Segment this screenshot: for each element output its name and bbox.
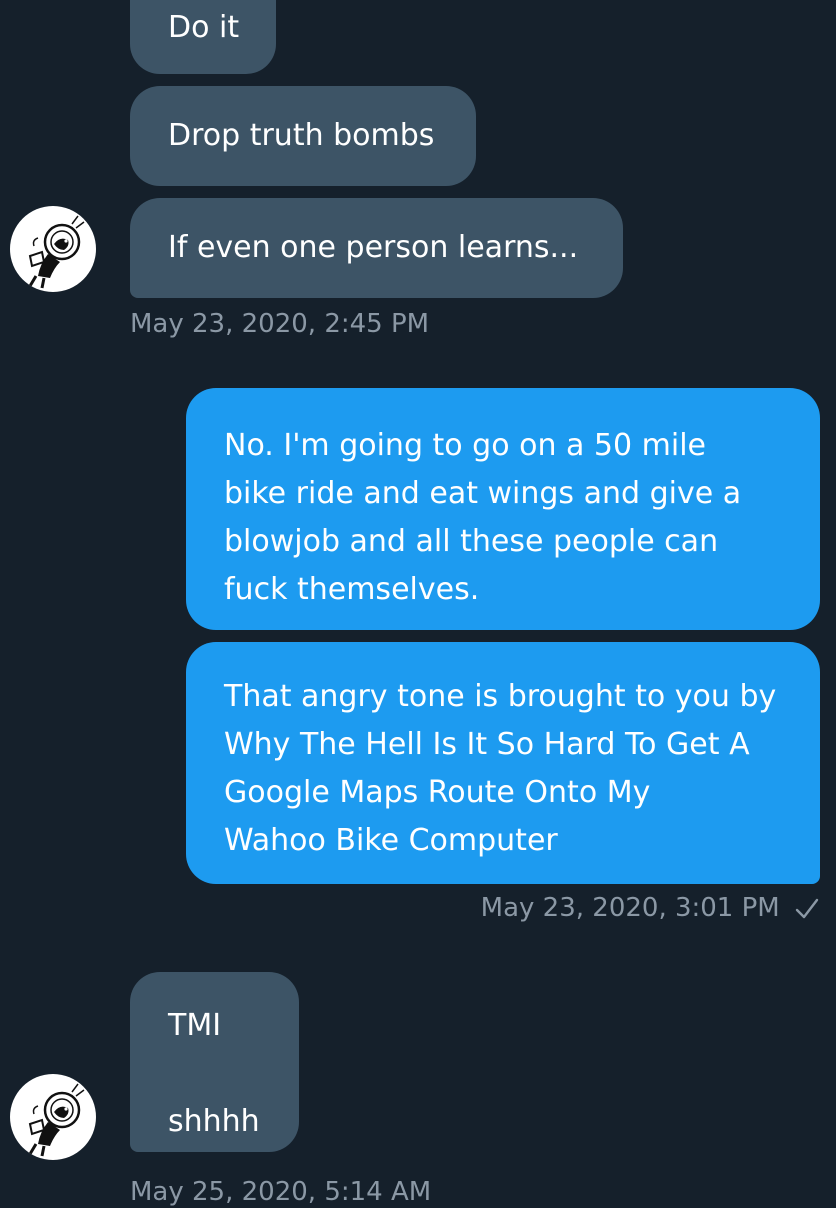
checkmark-icon — [795, 898, 819, 918]
message-timestamp-row: May 23, 2020, 3:01 PM — [481, 892, 820, 924]
message-timestamp: May 23, 2020, 2:45 PM — [130, 309, 430, 339]
message-text: Do it — [168, 10, 240, 45]
message-text: No. I'm going to go on a 50 mile bike ri… — [224, 428, 742, 607]
message-timestamp: May 25, 2020, 5:14 AM — [130, 1177, 432, 1207]
message-bubble-received[interactable]: Drop truth bombs — [130, 86, 476, 186]
message-text: TMI shhhh — [168, 1008, 260, 1139]
message-text: That angry tone is brought to you by Why… — [224, 679, 777, 858]
message-text: If even one person learns... — [168, 230, 579, 265]
message-timestamp: May 23, 2020, 3:01 PM — [480, 893, 780, 923]
message-bubble-sent[interactable]: No. I'm going to go on a 50 mile bike ri… — [186, 388, 820, 630]
avatar[interactable] — [10, 1074, 96, 1160]
dog-astronaut-avatar-icon — [28, 215, 85, 289]
message-bubble-received[interactable]: TMI shhhh — [130, 972, 299, 1152]
dog-astronaut-avatar-icon — [28, 1083, 85, 1157]
avatar[interactable] — [10, 206, 96, 292]
message-text: Drop truth bombs — [168, 118, 435, 153]
message-bubble-sent[interactable]: That angry tone is brought to you by Why… — [186, 642, 820, 884]
message-bubble-received[interactable]: Do it — [130, 0, 276, 74]
message-bubble-received[interactable]: If even one person learns... — [130, 198, 623, 298]
